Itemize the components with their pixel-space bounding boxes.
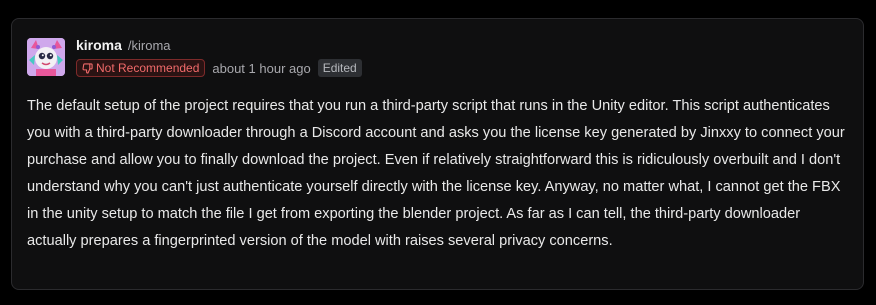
review-text: The default setup of the project require…: [27, 98, 845, 249]
avatar-image: [27, 38, 65, 76]
review-timestamp: about 1 hour ago: [212, 60, 311, 76]
username[interactable]: kiroma: [76, 37, 122, 53]
review-card: kiroma /kiroma Not Recommended about 1 h…: [11, 18, 864, 290]
user-handle[interactable]: /kiroma: [128, 38, 171, 53]
edited-badge: Edited: [317, 59, 362, 77]
avatar[interactable]: [27, 38, 65, 76]
thumbs-down-icon: [82, 62, 93, 74]
not-recommended-badge: Not Recommended: [76, 59, 206, 77]
review-meta: Not Recommended about 1 hour ago Edited: [76, 59, 362, 77]
not-recommended-label: Not Recommended: [96, 61, 200, 75]
author-row: kiroma /kiroma: [76, 37, 171, 53]
